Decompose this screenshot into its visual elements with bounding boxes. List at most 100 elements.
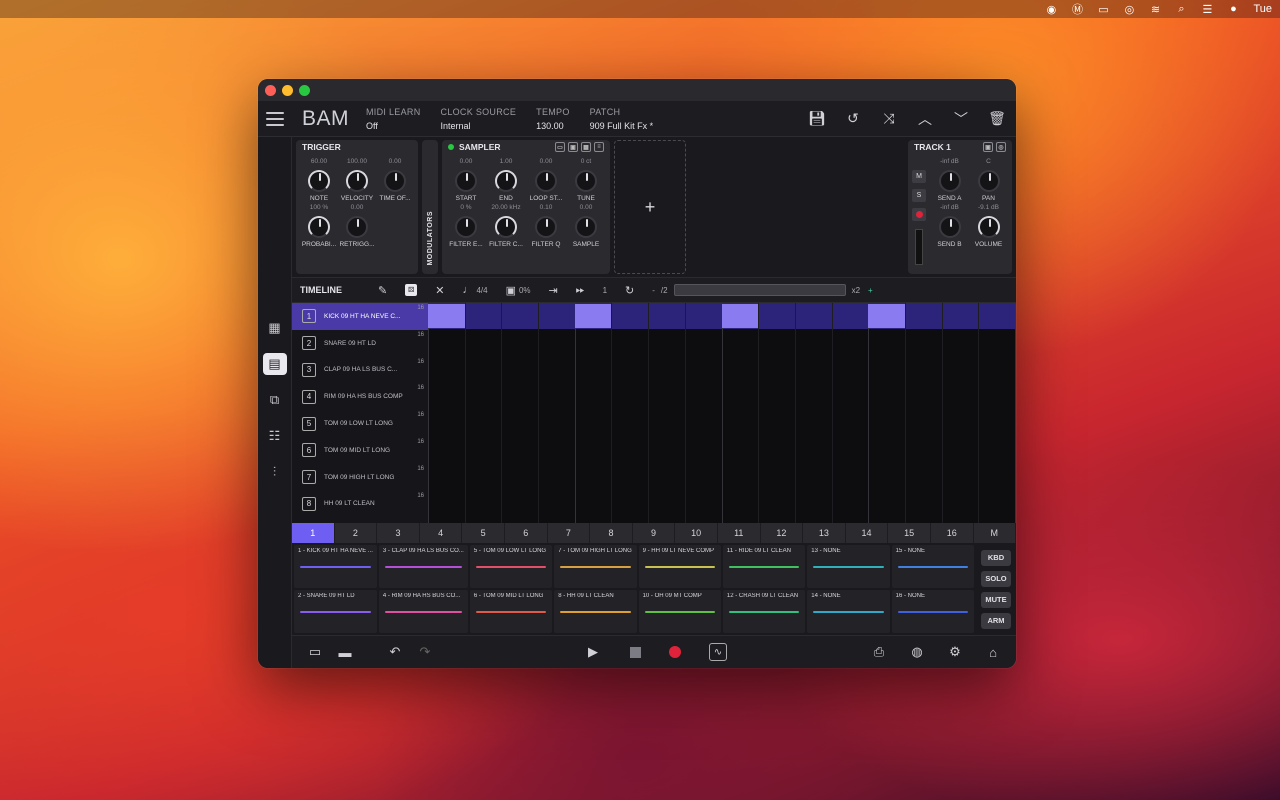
hamburger-menu-icon[interactable] [258,111,292,126]
pattern-slot[interactable]: 1 [292,523,335,543]
pattern-slot[interactable]: 16 [931,523,974,543]
pattern-slot[interactable]: 6 [505,523,548,543]
track-row[interactable]: 1 KICK 09 HT HA NEVE C... 16 [292,303,428,330]
pattern-slot[interactable]: 8 [590,523,633,543]
mute-button[interactable]: M [912,170,926,183]
record-icon[interactable] [669,646,681,658]
modulators-tab[interactable]: MODULATORS [422,140,438,274]
menu-bar-clock[interactable]: Tue [1253,3,1272,15]
folder-icon[interactable]: ▭ [555,142,565,152]
pattern-slot[interactable]: 3 [377,523,420,543]
pattern-slot[interactable]: 15 [888,523,931,543]
layout-bottom-icon[interactable]: ▬ [336,643,354,661]
active-step[interactable] [721,304,759,328]
list-view-icon[interactable]: ☷ [263,425,287,447]
drum-pad[interactable]: 2 - SNARE 09 HT LD [294,590,377,633]
add-device-button[interactable]: + [614,140,686,274]
probability-knob[interactable]: 100 % PROBABI... [300,204,338,248]
chevron-up-icon[interactable]: ︿ [916,110,934,128]
trash-icon[interactable]: 🗑︎ [988,110,1006,128]
mute-mode-button[interactable]: MUTE [981,591,1011,608]
send-a-knob[interactable]: -inf dB SEND A [930,158,969,202]
stop-icon[interactable] [630,646,641,658]
tempo-control[interactable]: TEMPO 130.00 [536,107,570,131]
automation-icon[interactable]: ∿ [709,643,727,661]
minimize-window-button[interactable] [282,84,293,96]
randomize-dice-icon[interactable]: ⚄ [405,284,418,296]
pan-knob[interactable]: C PAN [969,158,1008,202]
pattern-slot[interactable]: M [974,523,1016,543]
siri-icon[interactable]: ● [1227,3,1239,15]
step-control[interactable]: 1 [603,286,607,295]
drum-pad[interactable]: 15 - NONE [891,545,974,588]
shuffle-icon[interactable]: ⤨ [880,110,898,128]
clock-source-control[interactable]: CLOCK SOURCE Internal [441,107,517,131]
revert-icon[interactable]: ↺ [844,110,862,128]
play-icon[interactable]: ▶ [584,643,602,661]
arm-record-button[interactable] [912,208,926,221]
layout-top-icon[interactable]: ▭ [306,643,324,661]
drum-pad[interactable]: 16 - NONE [891,590,974,633]
divide-button[interactable]: /2 [661,286,668,295]
zoom-window-button[interactable] [299,84,310,96]
battery-icon[interactable]: ▭ [1097,3,1109,16]
note-knob[interactable]: 60.00 NOTE [300,158,338,202]
fast-forward-icon[interactable]: ⏩︎ [576,284,585,297]
user-icon[interactable]: ◎ [1123,3,1135,16]
volume-knob[interactable]: -9.1 dB VOLUME [969,204,1008,248]
drum-pad[interactable]: 12 - CRASH 09 LT CLEAN [722,590,806,633]
redo-icon[interactable]: ↷ [416,643,434,661]
chevron-down-icon[interactable]: ﹀ [952,110,970,128]
drum-pad[interactable]: 4 - RIM 09 HA HS BUS CO... [378,590,468,633]
spotlight-search-icon[interactable]: ⌕ [1175,3,1187,15]
track-row[interactable]: 3 CLAP 09 HA LS BUS C... 16 [292,357,428,384]
home-icon[interactable]: ⌂ [984,643,1002,661]
pads-view-icon[interactable]: ▦ [263,317,287,339]
kbd-mode-button[interactable]: KBD [981,549,1011,566]
sequencer-view-icon[interactable]: ▤ [262,353,287,375]
pattern-slot[interactable]: 10 [675,523,718,543]
end-knob[interactable]: 1.00 END [486,158,526,202]
pattern-slot[interactable]: 5 [462,523,505,543]
pattern-length-bar[interactable] [673,284,846,296]
save-preset-icon[interactable]: ▣ [568,142,578,152]
swing-control[interactable]: ▣ 0% [506,284,531,297]
step-grid[interactable] [428,303,1016,523]
record-status-icon[interactable]: ◉ [1045,3,1057,16]
start-knob[interactable]: 0.00 START [446,158,486,202]
pencil-icon[interactable]: ✎ [378,284,387,297]
track-save-icon[interactable]: ▣ [983,142,993,152]
active-step[interactable] [428,304,465,328]
midi-learn-control[interactable]: MIDI LEARN Off [366,107,421,131]
m-app-icon[interactable]: Ⓜ [1071,3,1083,16]
track-row[interactable]: 7 TOM 09 HIGH LT LONG 16 [292,464,428,491]
pattern-slot[interactable]: 11 [718,523,761,543]
drum-pad[interactable]: 7 - TOM 09 HIGH LT LONG [554,545,637,588]
filter-env-knob[interactable]: 0 % FILTER E... [446,204,486,248]
tune-knob[interactable]: 0 ct TUNE [566,158,606,202]
loop-icon[interactable]: ↻ [625,284,634,297]
drum-pad[interactable]: 1 - KICK 09 HT HA NEVE ... [294,545,377,588]
active-step[interactable] [868,304,905,328]
time-offset-knob[interactable]: 0.00 TIME OF... [376,158,414,202]
note-length-control[interactable]: ♩ 4/4 [462,284,487,296]
close-window-button[interactable] [265,84,276,96]
sampler-power-led[interactable] [448,144,454,150]
filter-q-knob[interactable]: 0.10 FILTER Q [526,204,566,248]
clear-icon[interactable]: ✕ [435,284,444,297]
routing-view-icon[interactable]: ⧉ [263,389,287,411]
pattern-slot[interactable]: 12 [761,523,804,543]
direction-icon[interactable]: ⇥ [549,284,558,297]
solo-mode-button[interactable]: SOLO [981,570,1011,587]
export-icon[interactable]: ⎙ [870,643,888,661]
settings-icon[interactable]: ⚙ [946,643,964,661]
undo-icon[interactable]: ↶ [386,643,404,661]
drum-pad[interactable]: 10 - OH 09 MT COMP [638,590,721,633]
filter-cutoff-knob[interactable]: 20.00 kHz FILTER C... [486,204,526,248]
add-button[interactable]: + [868,286,873,295]
patch-control[interactable]: PATCH 909 Full Kit Fx * [590,107,654,131]
multiply-button[interactable]: x2 [852,286,860,295]
pattern-slot[interactable]: 4 [420,523,463,543]
drum-pad[interactable]: 11 - RIDE 09 LT CLEAN [722,545,806,588]
drum-pad[interactable]: 9 - HH 09 LT NEVE COMP [638,545,721,588]
